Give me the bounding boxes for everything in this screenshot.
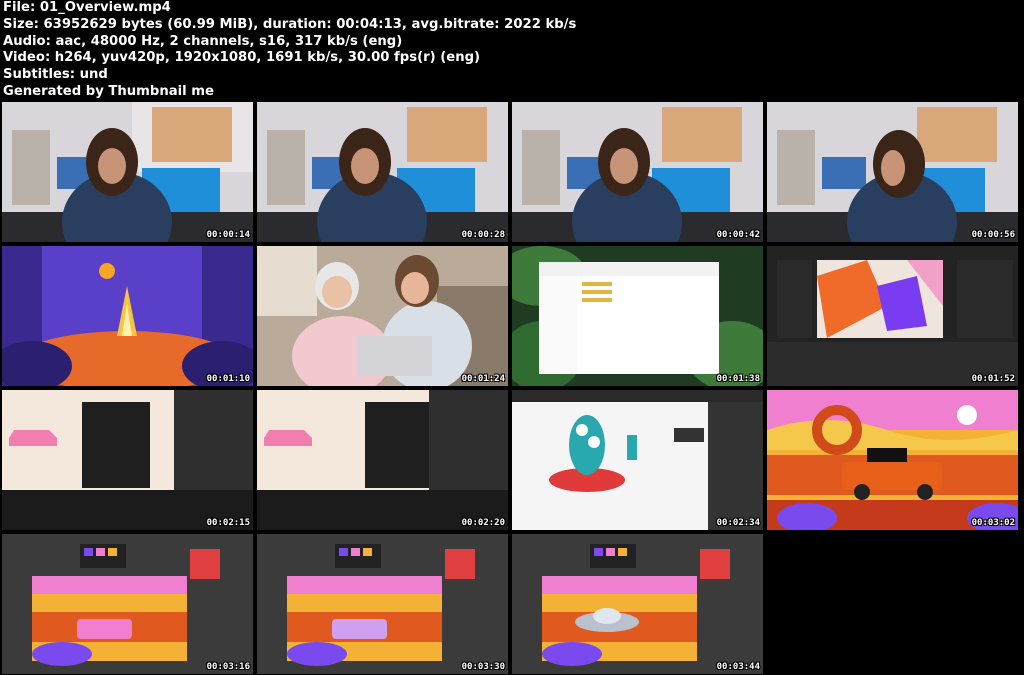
thumbnail-grid: 00:00:14 00:00:28 00:00:42 00:00:56 00:0…	[0, 102, 1024, 675]
thumbnail[interactable]: 00:00:42	[512, 102, 763, 242]
timestamp: 00:00:56	[971, 230, 1015, 240]
thumbnail[interactable]: 00:00:56	[767, 102, 1018, 242]
timestamp: 00:03:02	[971, 518, 1015, 528]
thumbnail[interactable]: 00:01:24	[257, 246, 508, 386]
timestamp: 00:02:34	[716, 518, 760, 528]
timestamp: 00:03:44	[716, 662, 760, 672]
video-info: Video: h264, yuv420p, 1920x1080, 1691 kb…	[3, 50, 481, 66]
timestamp: 00:01:52	[971, 374, 1015, 384]
thumbnail[interactable]: 00:01:38	[512, 246, 763, 386]
timestamp: 00:01:24	[461, 374, 505, 384]
generator-info: Generated by Thumbnail me	[3, 83, 214, 99]
thumbnail[interactable]: 00:03:44	[512, 534, 763, 674]
thumbnail[interactable]: 00:02:15	[2, 390, 253, 530]
thumbnail[interactable]: 00:03:16	[2, 534, 253, 674]
timestamp: 00:01:38	[716, 374, 760, 384]
thumbnail[interactable]: 00:03:02	[767, 390, 1018, 530]
timestamp: 00:03:16	[206, 662, 250, 672]
audio-info: Audio: aac, 48000 Hz, 2 channels, s16, 3…	[3, 33, 403, 49]
thumbnail[interactable]: 00:02:34	[512, 390, 763, 530]
thumbnail[interactable]: 00:00:14	[2, 102, 253, 242]
timestamp: 00:03:30	[461, 662, 505, 672]
thumbnail[interactable]: 00:03:30	[257, 534, 508, 674]
thumbnail[interactable]: 00:00:28	[257, 102, 508, 242]
timestamp: 00:02:15	[206, 518, 250, 528]
subtitles-info: Subtitles: und	[3, 67, 108, 83]
file-info: File: 01_Overview.mp4 Size: 63952629 byt…	[3, 0, 576, 101]
thumbnail[interactable]: 00:02:20	[257, 390, 508, 530]
timestamp: 00:01:10	[206, 374, 250, 384]
thumbnail[interactable]: 00:01:52	[767, 246, 1018, 386]
file-name: File: 01_Overview.mp4	[3, 0, 171, 15]
timestamp: 00:00:14	[206, 230, 250, 240]
file-size-line: Size: 63952629 bytes (60.99 MiB), durati…	[3, 16, 577, 32]
timestamp: 00:00:42	[716, 230, 760, 240]
timestamp: 00:02:20	[461, 518, 505, 528]
thumbnail[interactable]: 00:01:10	[2, 246, 253, 386]
timestamp: 00:00:28	[461, 230, 505, 240]
